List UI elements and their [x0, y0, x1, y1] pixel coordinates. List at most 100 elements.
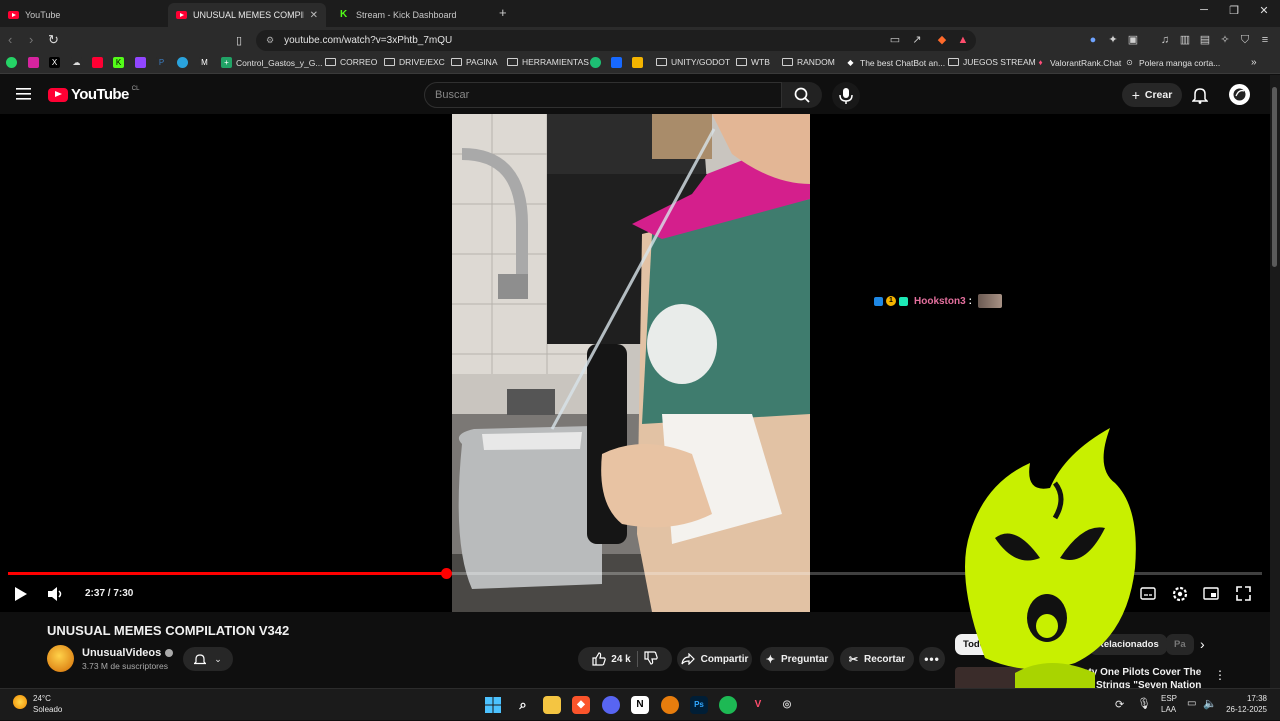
tab-kick[interactable]: K Stream - Kick Dashboard	[332, 3, 492, 27]
forward-icon[interactable]: ›	[29, 32, 33, 47]
chip-partial[interactable]: Pa	[1166, 634, 1194, 655]
search-input[interactable]: Buscar	[424, 82, 782, 108]
spotify-icon[interactable]	[719, 696, 737, 714]
microphone-tray-icon[interactable]: 🎙	[1137, 697, 1151, 710]
share-icon[interactable]: ↗	[911, 34, 923, 46]
miniplayer-button[interactable]	[1203, 587, 1219, 605]
settings-button[interactable]	[1171, 585, 1189, 608]
blender-icon[interactable]	[661, 696, 679, 714]
channel-avatar[interactable]	[47, 645, 74, 672]
extensions-icon[interactable]: ✦	[1107, 34, 1119, 46]
fullscreen-button[interactable]	[1236, 586, 1251, 606]
discord-icon[interactable]	[602, 696, 620, 714]
photos-icon[interactable]	[632, 57, 643, 68]
taskbar-search-icon[interactable]: ⌕	[514, 696, 532, 714]
cloud-icon[interactable]: ☁	[71, 57, 82, 68]
paypal-icon[interactable]: P	[156, 57, 167, 68]
notion-icon[interactable]: N	[631, 696, 649, 714]
channel-name[interactable]: UnusualVideos	[82, 647, 174, 659]
bookmark-unity[interactable]: UNITY/GODOT	[656, 57, 730, 67]
notifications-bell-icon[interactable]	[1191, 86, 1209, 109]
tab-video[interactable]: UNUSUAL MEMES COMPILATION ✕	[168, 3, 326, 27]
cast-icon[interactable]: ▭	[889, 34, 901, 46]
like-button[interactable]: 24 k	[592, 652, 631, 666]
profile-ext-icon[interactable]: ●	[1087, 34, 1099, 46]
bookmark-chatbot[interactable]: ◆ The best ChatBot an...	[845, 57, 945, 68]
search-button[interactable]	[782, 82, 822, 108]
instagram-icon[interactable]	[28, 57, 39, 68]
bookmark-correo[interactable]: CORREO	[325, 57, 377, 67]
weather-temp[interactable]: 24°C	[33, 694, 51, 703]
back-icon[interactable]: ‹	[8, 32, 12, 47]
subscription-bell-button[interactable]: ⌄	[183, 647, 233, 671]
weather-sun-icon[interactable]	[13, 695, 27, 709]
brave-rewards-icon[interactable]: ▲	[957, 34, 969, 46]
bookmark-polera[interactable]: ⊙ Polera manga corta...	[1124, 57, 1220, 68]
youtube-bookmark-icon[interactable]	[92, 57, 103, 68]
close-icon[interactable]: ✕	[310, 10, 318, 21]
brave-shield-icon[interactable]: ◆	[936, 34, 948, 46]
minimize-button[interactable]: ─	[1188, 4, 1220, 16]
youtube-logo[interactable]: YouTube CL	[48, 86, 139, 103]
subtitles-button[interactable]	[1140, 587, 1156, 605]
network-icon[interactable]: ▭	[1187, 698, 1196, 709]
address-bar[interactable]: ⚙ youtube.com/watch?v=3xPhtb_7mQU	[256, 30, 976, 51]
file-explorer-icon[interactable]	[543, 696, 561, 714]
clock-time[interactable]: 17:38	[1229, 694, 1267, 703]
restore-button[interactable]: ❐	[1218, 4, 1250, 17]
leo-icon[interactable]: ✧	[1219, 34, 1231, 46]
hamburger-menu-icon[interactable]	[16, 87, 32, 106]
wallet2-icon[interactable]: ▤	[1199, 34, 1211, 46]
menu-icon[interactable]: ≡	[1259, 34, 1271, 46]
dislike-button[interactable]	[644, 650, 658, 668]
fiverr-icon[interactable]	[590, 57, 601, 68]
gmail-icon[interactable]: M	[199, 57, 210, 68]
sidebar-icon[interactable]: ▥	[1179, 34, 1191, 46]
bookmark-drive[interactable]: DRIVE/EXC	[384, 57, 445, 67]
play-button[interactable]	[14, 586, 28, 607]
twitch-icon[interactable]	[135, 57, 146, 68]
language-indicator[interactable]: ESP	[1161, 694, 1177, 703]
photoshop-icon[interactable]: Ps	[690, 696, 708, 714]
bookmark-valorant[interactable]: ♦ ValorantRank.Chat	[1035, 57, 1121, 68]
valorant-icon[interactable]: V	[749, 696, 767, 714]
volume-button[interactable]	[47, 586, 65, 607]
more-actions-button[interactable]: •••	[919, 647, 945, 671]
streaming-app-icon[interactable]: ◎	[778, 696, 796, 714]
bookmark-icon[interactable]: ▯	[236, 34, 242, 47]
voice-search-button[interactable]	[832, 82, 860, 110]
sync-icon[interactable]: ⟳	[1115, 698, 1124, 711]
wallet-icon[interactable]: ▣	[1127, 34, 1139, 46]
brave-browser-icon[interactable]: ◆	[572, 696, 590, 714]
telegram-icon[interactable]	[177, 57, 188, 68]
progress-scrubber-handle[interactable]	[440, 568, 452, 579]
vpn-icon[interactable]: ⛉	[1239, 34, 1251, 46]
music-icon[interactable]: ♫	[1159, 34, 1171, 46]
clip-button[interactable]: ✂ Recortar	[840, 647, 914, 671]
site-info-icon[interactable]: ⚙	[266, 35, 274, 46]
create-button[interactable]: + Crear	[1122, 83, 1182, 107]
chip-scroll-right-icon[interactable]: ›	[1200, 636, 1205, 652]
share-button[interactable]: Compartir	[677, 647, 752, 671]
account-avatar[interactable]	[1229, 84, 1250, 105]
more-vertical-icon[interactable]: ⋮	[1214, 668, 1226, 682]
windows-start-icon[interactable]	[484, 696, 502, 714]
scrollbar-thumb[interactable]	[1272, 87, 1277, 267]
close-window-button[interactable]: ✕	[1248, 4, 1280, 17]
tab-youtube[interactable]: YouTube	[0, 3, 165, 27]
bookmark-juegos[interactable]: JUEGOS STREAM	[948, 57, 1036, 67]
ask-button[interactable]: ✦ Preguntar	[760, 647, 834, 671]
x-icon[interactable]: X	[49, 57, 60, 68]
more-bookmarks-icon[interactable]: »	[1251, 57, 1257, 68]
new-tab-button[interactable]: +	[499, 5, 507, 20]
bookmark-wtb[interactable]: WTB	[736, 57, 770, 67]
video-frame[interactable]	[452, 114, 810, 612]
bookmark-random[interactable]: RANDOM	[782, 57, 835, 67]
bookmark-herramientas[interactable]: HERRAMIENTAS	[507, 57, 589, 67]
kick-bookmark-icon[interactable]: K	[113, 57, 124, 68]
whatsapp-icon[interactable]	[6, 57, 17, 68]
behance-icon[interactable]	[611, 57, 622, 68]
bookmark-pagina[interactable]: PAGINA	[451, 57, 498, 67]
bookmark-control-gastos[interactable]: + Control_Gastos_y_G...	[221, 57, 322, 68]
speaker-icon[interactable]: 🔈	[1203, 697, 1217, 710]
